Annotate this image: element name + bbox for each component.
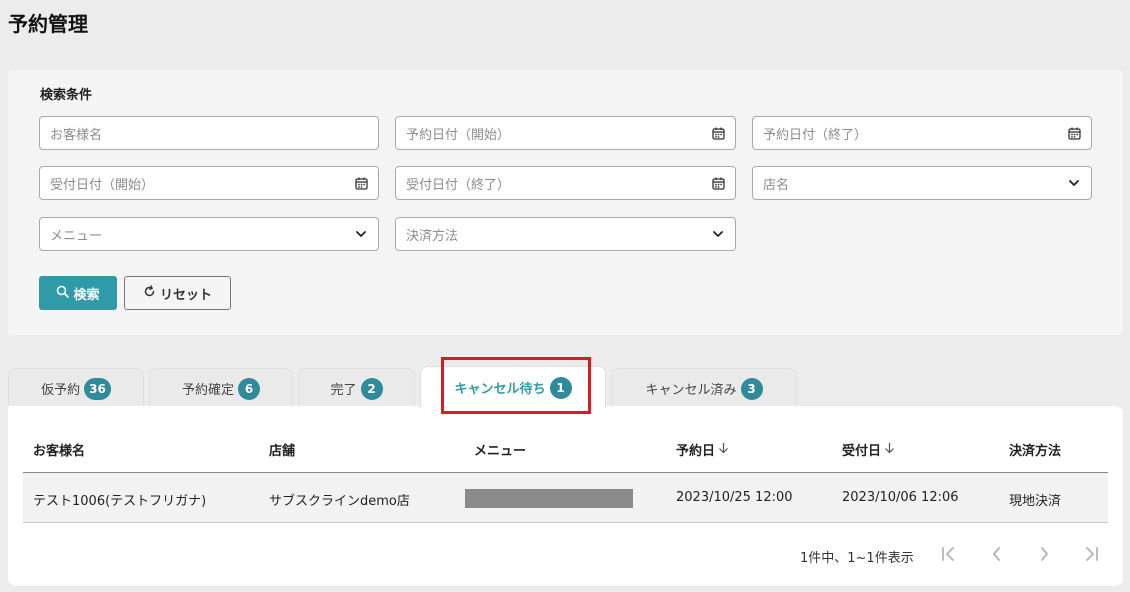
calendar-icon[interactable] [1067,126,1081,140]
header-store: 店舗 [269,440,295,459]
reservation-date-start-placeholder: 予約日付（開始） [406,127,511,143]
payment-placeholder: 決済方法 [406,228,459,244]
reset-button[interactable]: リセット [124,276,231,310]
reset-button-label: リセット [159,287,212,303]
tab-completed[interactable]: 完了 2 [298,368,415,408]
tab-label: 予約確定 [181,383,234,398]
search-button-label: 検索 [73,287,100,303]
pagination-summary: 1件中、1~1件表示 [800,551,914,566]
search-heading: 検索条件 [40,88,93,103]
chevron-down-icon [1067,176,1081,190]
payment-select[interactable]: 決済方法 [395,217,736,251]
cell-reservation-date: 2023/10/25 12:00 [676,490,793,505]
count-badge: 1 [549,376,572,399]
tab-confirmed[interactable]: 予約確定 6 [149,368,293,408]
menu-placeholder: メニュー [50,228,103,244]
customer-name-placeholder: お客様名 [50,127,103,143]
cell-payment: 現地決済 [1009,494,1062,509]
count-badge: 2 [360,377,383,400]
first-page-icon[interactable] [939,544,959,564]
header-menu-label: メニュー [474,444,527,459]
search-icon [56,285,70,302]
store-placeholder: 店名 [763,177,790,193]
header-received-date[interactable]: 受付日 [842,440,895,459]
search-panel: 検索条件 お客様名 予約日付（開始） 予約日付（終了） 受付日付（開始） 受付日… [8,70,1123,335]
tab-label: キャンセル済み [645,383,737,398]
received-date-start-placeholder: 受付日付（開始） [50,177,155,193]
last-page-icon[interactable] [1081,544,1101,564]
menu-select[interactable]: メニュー [39,217,379,251]
header-store-label: 店舗 [269,444,296,459]
cell-store: サブスクラインdemo店 [269,494,410,509]
calendar-icon[interactable] [354,176,368,190]
tab-waitlist[interactable]: キャンセル待ち 1 [420,366,606,408]
header-menu: メニュー [474,440,526,459]
tab-label: 仮予約 [41,383,81,398]
received-date-start-input[interactable]: 受付日付（開始） [39,166,379,200]
page-title: 予約管理 [8,12,88,36]
header-customer: お客様名 [33,440,85,459]
cell-menu-redacted [465,489,633,508]
header-reservation-date-label: 予約日 [676,444,716,459]
count-badge: 36 [84,377,111,400]
header-payment-label: 決済方法 [1009,444,1062,459]
count-badge: 6 [238,377,260,400]
row-divider [23,522,1108,523]
next-page-icon[interactable] [1034,544,1054,564]
store-select[interactable]: 店名 [752,166,1092,200]
calendar-icon[interactable] [711,126,725,140]
tab-provisional[interactable]: 仮予約 36 [8,368,144,408]
header-received-date-label: 受付日 [842,444,882,459]
reservation-date-end-input[interactable]: 予約日付（終了） [752,116,1092,150]
reservation-date-end-placeholder: 予約日付（終了） [763,127,868,143]
refresh-icon [143,284,156,302]
chevron-down-icon [354,227,368,241]
prev-page-icon[interactable] [987,544,1007,564]
cell-customer: テスト1006(テストフリガナ) [33,494,207,509]
tab-label: 完了 [330,383,357,398]
received-date-end-placeholder: 受付日付（終了） [406,177,511,193]
tab-cancelled[interactable]: キャンセル済み 3 [611,368,797,408]
header-reservation-date[interactable]: 予約日 [676,440,729,459]
cell-received-date: 2023/10/06 12:06 [842,490,959,505]
sort-down-icon[interactable] [884,442,895,458]
reservation-date-start-input[interactable]: 予約日付（開始） [395,116,736,150]
count-badge: 3 [740,377,763,400]
search-button[interactable]: 検索 [39,276,117,310]
chevron-down-icon [711,227,725,241]
customer-name-input[interactable]: お客様名 [39,116,379,150]
header-payment: 決済方法 [1009,440,1061,459]
sort-down-icon[interactable] [718,442,729,458]
calendar-icon[interactable] [711,176,725,190]
received-date-end-input[interactable]: 受付日付（終了） [395,166,736,200]
header-customer-label: お客様名 [33,444,86,459]
reservation-table: お客様名 店舗 メニュー 予約日 受付日 決済方法 テスト1006(テストフリガ… [8,406,1123,586]
tab-label: キャンセル待ち [454,382,546,397]
